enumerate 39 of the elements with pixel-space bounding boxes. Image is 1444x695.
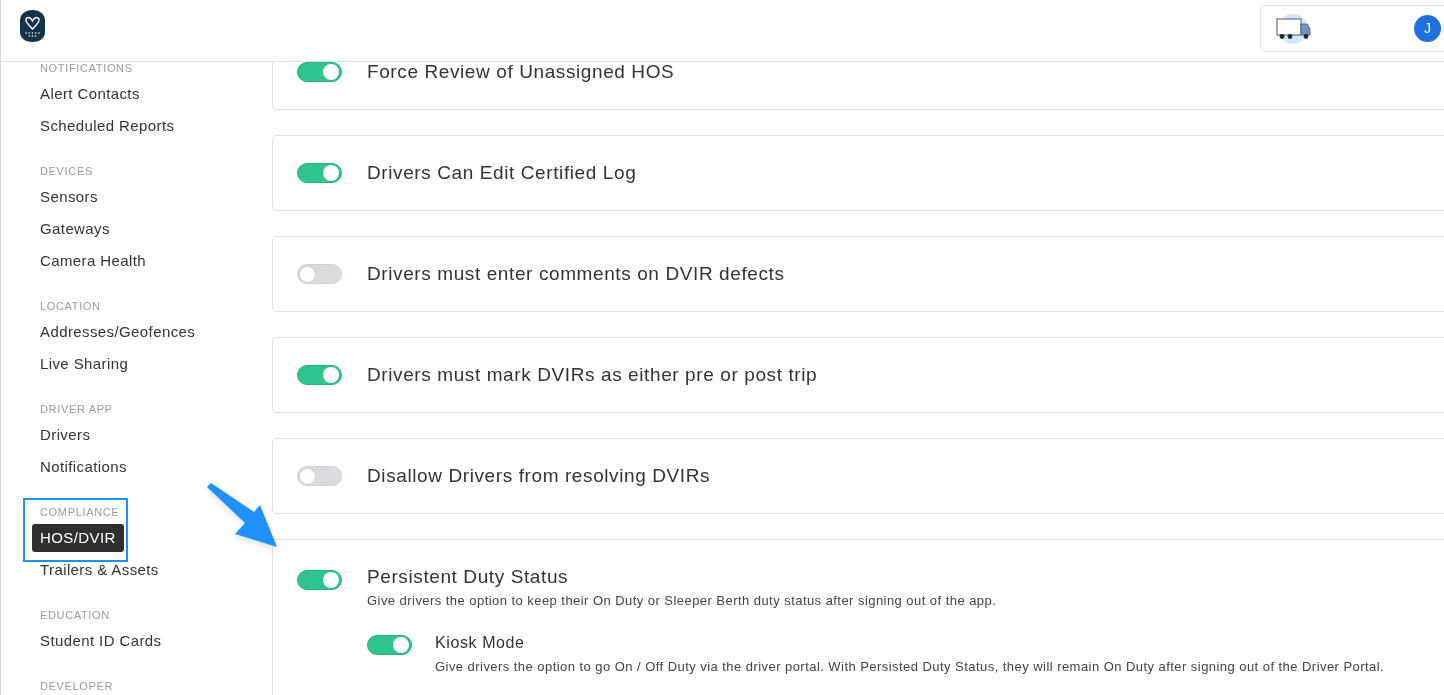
sidebar-item[interactable]: Gateways (32, 215, 118, 243)
setting-title: Drivers must enter comments on DVIR defects (367, 262, 785, 286)
setting-title: Persistent Duty Status (367, 565, 569, 589)
setting-description: Give drivers the option to go On / Off Duty via the driver portal. With Persisted Duty Status, they will remain On Duty after signing out of the Driver Portal. (435, 658, 1385, 676)
sidebar-item[interactable]: Drivers (32, 421, 99, 449)
section-heading: NOTIFICATIONS (39, 62, 134, 75)
section-heading: DEVICES (39, 165, 94, 178)
sidebar-item[interactable]: Scheduled Reports (32, 112, 183, 140)
toggle-switch[interactable] (297, 365, 342, 385)
sidebar-item[interactable]: Student ID Cards (32, 627, 170, 655)
setting-title: Drivers Can Edit Certified Log (367, 161, 637, 185)
sidebar-item[interactable]: Trailers & Assets (32, 556, 167, 584)
arrow-icon (205, 481, 279, 549)
setting-title: Disallow Drivers from resolving DVIRs (367, 464, 711, 488)
toggle-switch[interactable] (297, 570, 342, 590)
setting-title: Kiosk Mode (435, 633, 525, 653)
toggle-switch[interactable] (297, 163, 342, 183)
sidebar-item[interactable]: Live Sharing (32, 350, 137, 378)
section-heading: EDUCATION (39, 609, 111, 622)
section-heading: LOCATION (39, 300, 102, 313)
setting-title: Drivers must mark DVIRs as either pre or post trip (367, 363, 818, 387)
toggle-switch[interactable] (297, 466, 342, 486)
section-heading: DEVELOPER (39, 680, 115, 693)
toggle-switch[interactable] (297, 62, 342, 82)
setting-description: Give drivers the option to keep their On Duty or Sleeper Berth duty status after signing out of the app. (367, 592, 997, 610)
setting-title: Force Review of Unassigned HOS (367, 62, 675, 84)
sidebar-item[interactable]: HOS/DVIR (32, 524, 124, 552)
truck-icon[interactable] (1276, 12, 1312, 45)
sidebar-item[interactable]: Alert Contacts (32, 80, 148, 108)
sidebar-item[interactable]: Addresses/Geofences (32, 318, 204, 346)
sidebar-item[interactable]: Notifications (32, 453, 135, 481)
logo-icon[interactable] (20, 10, 45, 42)
avatar-button[interactable]: J (1414, 15, 1441, 42)
sidebar-item[interactable]: Camera Health (32, 247, 155, 275)
toggle-switch[interactable] (367, 635, 412, 655)
toggle-switch[interactable] (297, 264, 342, 284)
sidebar-item[interactable]: Sensors (32, 183, 106, 211)
section-heading: DRIVER APP (39, 403, 114, 416)
section-heading: COMPLIANCE (39, 506, 121, 519)
